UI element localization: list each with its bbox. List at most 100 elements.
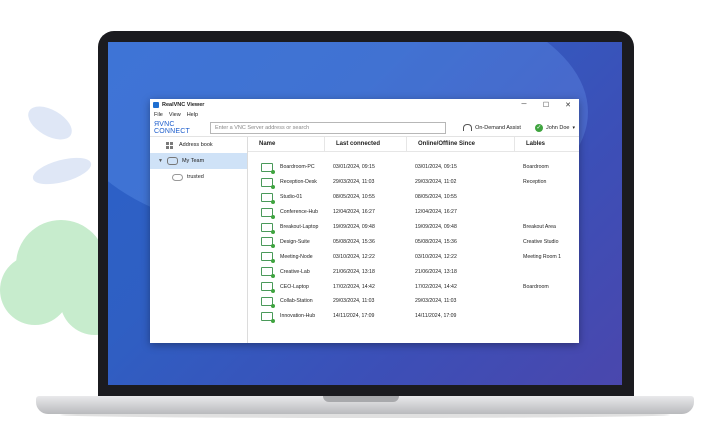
monitor-icon xyxy=(261,177,275,189)
sidebar-item-label: trusted xyxy=(187,174,204,180)
label: Creative Studio xyxy=(523,238,559,245)
last-connected: 29/03/2024, 11:03 xyxy=(333,298,375,305)
close-button[interactable]: ✕ xyxy=(557,101,579,109)
minimize-button[interactable]: ─ xyxy=(513,101,535,109)
computer-name: Design-Suite xyxy=(280,238,310,245)
last-connected: 03/10/2024, 12:22 xyxy=(333,253,375,260)
on-demand-assist-button[interactable]: On-Demand Assist xyxy=(463,124,521,131)
last-connected: 19/09/2024, 09:48 xyxy=(333,224,375,230)
sidebar-item-label: Address book xyxy=(179,142,213,148)
online-since: 17/02/2024, 14:42 xyxy=(415,283,457,290)
decorative-leaf xyxy=(30,152,94,190)
monitor-icon xyxy=(261,162,275,174)
online-since: 12/04/2024, 16:27 xyxy=(415,209,457,216)
label: Reception xyxy=(523,179,547,186)
computer-name: Reception-Desk xyxy=(280,179,317,186)
last-connected: 12/04/2024, 16:27 xyxy=(333,209,375,216)
sidebar-item-my-team[interactable]: ▼ My Team xyxy=(150,153,247,169)
table-row[interactable]: Boardroom-PC 03/01/2024, 09:15 03/01/202… xyxy=(248,160,579,175)
sidebar-item-address-book[interactable]: Address book xyxy=(150,137,247,153)
monitor-icon xyxy=(261,267,275,279)
computer-name: Meeting-Node xyxy=(280,253,313,260)
window-controls: ─ ☐ ✕ xyxy=(513,101,579,109)
user-menu[interactable]: ✓ John Doe ▾ xyxy=(534,123,575,132)
online-since: 21/06/2024, 13:18 xyxy=(415,268,457,275)
check-icon: ✓ xyxy=(534,123,543,132)
last-connected: 29/03/2024, 11:03 xyxy=(333,179,375,186)
column-header-labels[interactable]: Lables xyxy=(515,137,575,151)
title-bar: RealVNC Viewer ─ ☐ ✕ xyxy=(150,99,579,111)
decorative-blob xyxy=(0,255,70,325)
column-header-online-since[interactable]: Online/Offline Since xyxy=(407,137,515,151)
table-row[interactable]: Innovation-Hub 14/11/2024, 17:09 14/11/2… xyxy=(248,309,579,324)
column-header-name[interactable]: Name xyxy=(248,137,325,151)
table-row[interactable]: Reception-Desk 29/03/2024, 11:03 29/03/2… xyxy=(248,175,579,190)
monitor-icon xyxy=(261,237,275,249)
app-icon xyxy=(153,102,159,108)
vnc-viewer-window: RealVNC Viewer ─ ☐ ✕ File View Help ЯVNC… xyxy=(150,99,579,343)
chevron-down-icon: ▾ xyxy=(572,124,575,131)
decorative-leaf xyxy=(22,99,78,147)
menu-bar: File View Help xyxy=(150,111,579,119)
label: Meeting Room 1 xyxy=(523,253,562,260)
menu-view[interactable]: View xyxy=(169,112,181,118)
online-since: 08/05/2024, 10:55 xyxy=(415,194,457,201)
online-since: 05/08/2024, 15:36 xyxy=(415,238,457,245)
online-since: 19/09/2024, 09:48 xyxy=(415,224,457,230)
expand-caret-icon[interactable]: ▼ xyxy=(158,158,163,164)
user-name: John Doe xyxy=(545,124,570,131)
laptop-notch xyxy=(323,396,399,402)
group-icon xyxy=(172,173,183,181)
column-header-last-connected[interactable]: Last connected xyxy=(325,137,407,151)
online-since: 14/11/2024, 17:09 xyxy=(415,313,457,320)
computer-name: Collab-Station xyxy=(280,298,313,305)
headset-icon xyxy=(463,124,473,131)
toolbar: ЯVNC CONNECT Enter a VNC Server address … xyxy=(150,119,579,137)
monitor-icon xyxy=(261,207,275,219)
sidebar: Address book ▼ My Team trusted xyxy=(150,137,248,343)
last-connected: 03/01/2024, 09:15 xyxy=(333,164,375,171)
computer-name: Boardroom-PC xyxy=(280,164,315,171)
address-book-icon xyxy=(166,141,173,149)
table-row[interactable]: Studio-01 08/05/2024, 10:55 08/05/2024, … xyxy=(248,190,579,205)
menu-file[interactable]: File xyxy=(154,112,163,118)
table-row[interactable]: Meeting-Node 03/10/2024, 12:22 03/10/202… xyxy=(248,249,579,264)
monitor-icon xyxy=(261,222,275,234)
on-demand-label: On-Demand Assist xyxy=(475,124,521,131)
table-row[interactable]: CEO-Laptop 17/02/2024, 14:42 17/02/2024,… xyxy=(248,279,579,294)
label: Boardroom xyxy=(523,283,549,290)
computer-name: Conference-Hub xyxy=(280,209,319,216)
label: Boardroom xyxy=(523,164,549,171)
table-row[interactable]: Creative-Lab 21/06/2024, 13:18 21/06/202… xyxy=(248,264,579,279)
last-connected: 05/08/2024, 15:36 xyxy=(333,238,375,245)
computer-name: Studio-01 xyxy=(280,194,303,201)
online-since: 03/01/2024, 09:15 xyxy=(415,164,457,171)
computer-name: CEO-Laptop xyxy=(280,283,309,290)
table-row[interactable]: Design-Suite 05/08/2024, 15:36 05/08/202… xyxy=(248,234,579,249)
team-icon xyxy=(166,157,178,165)
table-row[interactable]: Conference-Hub 12/04/2024, 16:27 12/04/2… xyxy=(248,205,579,220)
last-connected: 17/02/2024, 14:42 xyxy=(333,283,375,290)
maximize-button[interactable]: ☐ xyxy=(535,101,557,109)
sidebar-item-label: My Team xyxy=(181,158,205,164)
sidebar-item-trusted[interactable]: trusted xyxy=(150,169,247,185)
last-connected: 14/11/2024, 17:09 xyxy=(333,313,375,320)
online-since: 29/03/2024, 11:02 xyxy=(415,179,457,186)
content-area: Address book ▼ My Team trusted Name Last… xyxy=(150,137,579,343)
table-row[interactable]: Breakout-Laptop 19/09/2024, 09:48 19/09/… xyxy=(248,220,579,235)
table-body: Boardroom-PC 03/01/2024, 09:15 03/01/202… xyxy=(248,152,579,324)
table-header: Name Last connected Online/Offline Since… xyxy=(248,137,579,152)
table-row[interactable]: Collab-Station 29/03/2024, 11:03 29/03/2… xyxy=(248,294,579,309)
last-connected: 08/05/2024, 10:55 xyxy=(333,194,375,201)
last-connected: 21/06/2024, 13:18 xyxy=(333,268,375,275)
monitor-icon xyxy=(261,282,275,294)
realvnc-logo: ЯVNC CONNECT xyxy=(154,120,191,135)
monitor-icon xyxy=(261,296,275,308)
menu-help[interactable]: Help xyxy=(187,112,198,118)
monitor-icon xyxy=(261,252,275,264)
search-input[interactable]: Enter a VNC Server address or search xyxy=(210,121,446,134)
monitor-icon xyxy=(261,311,275,323)
online-since: 03/10/2024, 12:22 xyxy=(415,253,457,260)
label: Breakout Area xyxy=(523,224,556,230)
computer-name: Innovation-Hub xyxy=(280,313,316,320)
